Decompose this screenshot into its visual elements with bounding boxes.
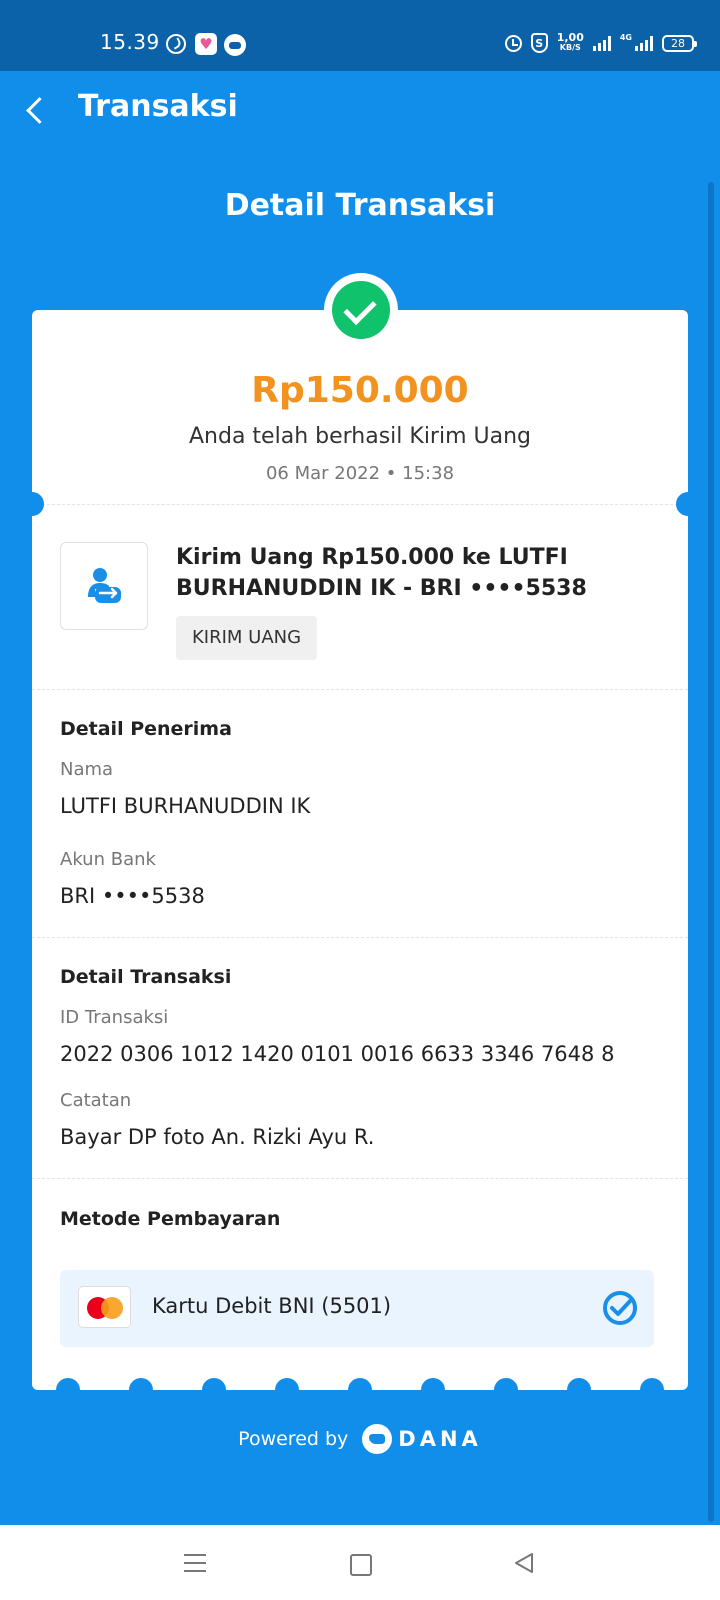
recipient-bank-label: Akun Bank <box>60 849 156 870</box>
divider <box>32 937 688 938</box>
page-title: Detail Transaksi <box>224 188 496 223</box>
status-icons: S 1,00 KB/S 4G 28 <box>504 32 697 53</box>
home-icon[interactable] <box>339 1543 379 1583</box>
dana-notification-icon <box>224 34 246 56</box>
divider <box>32 504 688 505</box>
alarm-icon <box>504 34 522 52</box>
scrollbar[interactable] <box>708 182 714 1522</box>
battery-icon: 28 <box>662 34 697 52</box>
divider <box>32 1178 688 1179</box>
gallery-icon <box>195 33 217 55</box>
note-value: Bayar DP foto An. Rizki Ayu R. <box>60 1125 375 1149</box>
ticket-notch <box>56 1378 80 1402</box>
ticket-notch <box>676 492 700 516</box>
divider <box>32 689 688 690</box>
success-message: Anda telah berhasil Kirim Uang <box>189 424 531 449</box>
network-type: 4G <box>619 33 632 42</box>
payment-method-label: Kartu Debit BNI (5501) <box>152 1294 392 1318</box>
recipient-section-title: Detail Penerima <box>60 718 232 740</box>
ticket-notch <box>494 1378 518 1402</box>
mastercard-icon <box>78 1286 131 1328</box>
recipient-name-label: Nama <box>60 759 114 780</box>
dana-logo-icon <box>362 1424 393 1454</box>
verified-check-icon <box>603 1291 637 1325</box>
battery-level: 28 <box>671 36 685 50</box>
powered-by-text: Powered by <box>238 1428 349 1450</box>
network-speed-unit: KB/S <box>559 43 581 52</box>
dana-logo: DANA <box>362 1424 482 1454</box>
powered-by: Powered by DANA <box>0 1424 720 1454</box>
ticket-notch <box>348 1378 372 1402</box>
ticket-notch <box>421 1378 445 1402</box>
dana-brand-text: DANA <box>398 1427 482 1451</box>
recent-apps-icon[interactable] <box>174 1543 214 1583</box>
transaction-id-label: ID Transaksi <box>60 1007 169 1028</box>
recipient-bank-value: BRI ••••5538 <box>60 884 205 908</box>
transaction-id-value: 2022 0306 1012 1420 0101 0016 6633 3346 … <box>60 1042 615 1066</box>
app-bar-title: Transaksi <box>78 89 238 124</box>
network-speed: 1,00 KB/S <box>557 32 584 53</box>
ticket-notch <box>20 492 44 516</box>
transaction-section-title: Detail Transaksi <box>60 966 232 988</box>
signal-icon <box>592 35 611 51</box>
whatsapp-icon <box>166 34 186 54</box>
success-badge <box>324 273 398 347</box>
back-triangle-icon[interactable] <box>504 1543 544 1583</box>
app-bar: Transaksi <box>0 71 720 149</box>
ticket-notch <box>640 1378 664 1402</box>
transaction-amount: Rp150.000 <box>251 370 469 411</box>
ticket-notch <box>202 1378 226 1402</box>
shield-icon: S <box>530 33 548 53</box>
send-money-icon <box>88 568 121 603</box>
check-icon <box>332 281 390 339</box>
ticket-notch <box>129 1378 153 1402</box>
transaction-datetime: 06 Mar 2022 • 15:38 <box>265 463 455 484</box>
transaction-type-badge: KIRIM UANG <box>176 616 318 660</box>
status-time: 15.39 <box>100 30 160 54</box>
transaction-description: Kirim Uang Rp150.000 ke LUTFI BURHANUDDI… <box>176 545 587 601</box>
signal-4g-icon <box>635 35 653 51</box>
payment-section-title: Metode Pembayaran <box>60 1208 281 1230</box>
ticket-notch <box>567 1378 591 1402</box>
recipient-name-value: LUTFI BURHANUDDIN IK <box>60 794 311 818</box>
receipt-card: Rp150.000 Anda telah berhasil Kirim Uang… <box>32 310 688 1390</box>
transaction-icon-box <box>60 542 148 630</box>
status-bar: 15.39 S 1,00 KB/S 4G 28 <box>0 0 720 71</box>
back-arrow-icon[interactable] <box>18 89 58 129</box>
ticket-notch <box>275 1378 299 1402</box>
note-label: Catatan <box>60 1090 132 1111</box>
payment-method: Kartu Debit BNI (5501) <box>60 1270 654 1347</box>
system-nav-bar <box>0 1525 720 1600</box>
